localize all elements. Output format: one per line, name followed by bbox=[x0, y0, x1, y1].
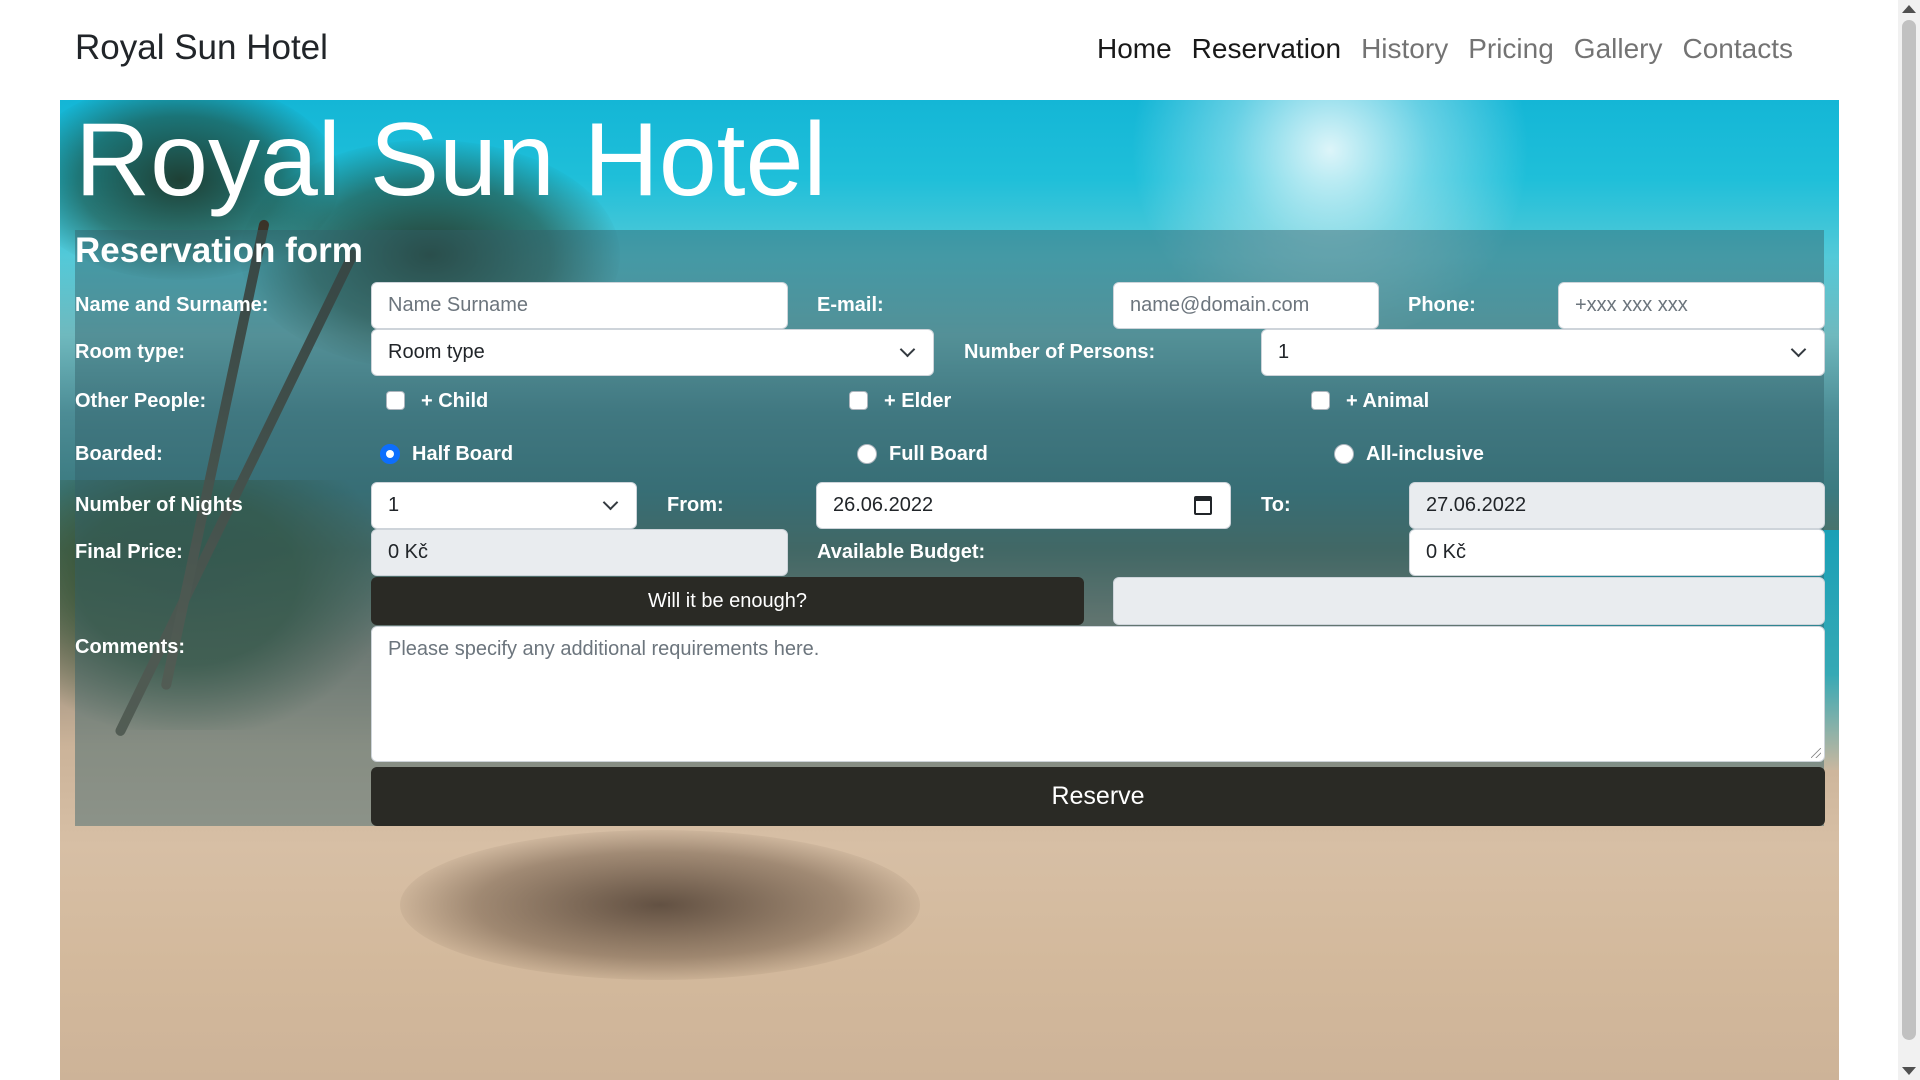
budget-check-button[interactable]: Will it be enough? bbox=[371, 577, 1084, 625]
nav-menu: Home Reservation History Pricing Gallery… bbox=[1087, 30, 1803, 68]
hero-section: Royal Sun Hotel Reservation form Name an… bbox=[60, 100, 1839, 1080]
chair-shadow bbox=[400, 830, 920, 980]
nights-select[interactable]: 1 bbox=[371, 482, 637, 529]
other-people-label: Other People: bbox=[75, 390, 207, 412]
animal-checkbox[interactable] bbox=[1311, 391, 1330, 410]
from-date-input[interactable]: 26.06.2022 bbox=[816, 482, 1231, 529]
comments-label: Comments: bbox=[75, 636, 186, 658]
full-board-radio[interactable] bbox=[857, 444, 877, 464]
nav-link-reservation[interactable]: Reservation bbox=[1182, 30, 1351, 68]
phone-input[interactable] bbox=[1558, 282, 1825, 329]
boarded-label: Boarded: bbox=[75, 443, 163, 465]
final-price-value: 0 Kč bbox=[388, 541, 429, 563]
full-board-label[interactable]: Full Board bbox=[889, 442, 988, 466]
nav-link-contacts[interactable]: Contacts bbox=[1673, 30, 1804, 68]
budget-result-box bbox=[1113, 577, 1825, 625]
navbar: Royal Sun Hotel Home Reservation History… bbox=[0, 0, 1898, 100]
name-input[interactable] bbox=[371, 282, 788, 329]
resize-grip-icon[interactable] bbox=[1811, 748, 1821, 758]
scroll-up-icon[interactable] bbox=[1902, 5, 1916, 13]
comments-textarea[interactable] bbox=[371, 626, 1825, 762]
room-type-value: Room type bbox=[388, 341, 485, 363]
navbar-brand[interactable]: Royal Sun Hotel bbox=[75, 28, 328, 68]
chevron-down-icon bbox=[1790, 341, 1807, 358]
nights-label: Number of Nights bbox=[75, 494, 243, 516]
budget-label: Available Budget: bbox=[817, 541, 986, 563]
child-label[interactable]: + Child bbox=[421, 389, 488, 413]
budget-input[interactable]: 0 Kč bbox=[1409, 529, 1825, 576]
final-price-field: 0 Kč bbox=[371, 529, 788, 576]
to-label: To: bbox=[1261, 494, 1291, 516]
hero-title: Royal Sun Hotel bbox=[75, 102, 827, 218]
budget-value: 0 Kč bbox=[1426, 541, 1467, 563]
final-price-label: Final Price: bbox=[75, 541, 183, 563]
email-label: E-mail: bbox=[817, 294, 884, 316]
all-inclusive-label[interactable]: All-inclusive bbox=[1366, 442, 1484, 466]
reserve-button[interactable]: Reserve bbox=[371, 767, 1825, 826]
chevron-down-icon bbox=[602, 494, 619, 511]
from-date-value: 26.06.2022 bbox=[833, 494, 934, 516]
from-label: From: bbox=[667, 494, 724, 516]
half-board-radio[interactable] bbox=[380, 444, 400, 464]
elder-label[interactable]: + Elder bbox=[884, 389, 951, 413]
nav-link-pricing[interactable]: Pricing bbox=[1458, 30, 1564, 68]
comments-wrapper bbox=[371, 626, 1825, 762]
nights-value: 1 bbox=[388, 494, 400, 516]
all-inclusive-radio[interactable] bbox=[1334, 444, 1354, 464]
email-input[interactable] bbox=[1113, 282, 1379, 329]
to-date-value: 27.06.2022 bbox=[1426, 494, 1527, 516]
to-date-field: 27.06.2022 bbox=[1409, 482, 1825, 529]
nav-link-home[interactable]: Home bbox=[1087, 30, 1182, 68]
calendar-icon[interactable] bbox=[1194, 496, 1212, 515]
animal-label[interactable]: + Animal bbox=[1346, 389, 1429, 413]
reservation-form: Reservation form Name and Surname: E-mai… bbox=[75, 230, 1825, 826]
phone-label: Phone: bbox=[1408, 294, 1476, 316]
nav-link-gallery[interactable]: Gallery bbox=[1564, 30, 1673, 68]
scroll-down-icon[interactable] bbox=[1902, 1067, 1916, 1075]
name-label: Name and Surname: bbox=[75, 294, 269, 316]
child-checkbox[interactable] bbox=[386, 391, 405, 410]
persons-select[interactable]: 1 bbox=[1261, 329, 1825, 376]
half-board-label[interactable]: Half Board bbox=[412, 442, 513, 466]
room-type-label: Room type: bbox=[75, 341, 185, 363]
room-type-select[interactable]: Room type bbox=[371, 329, 934, 376]
scroll-thumb[interactable] bbox=[1902, 20, 1916, 1040]
persons-label: Number of Persons: bbox=[964, 341, 1156, 363]
elder-checkbox[interactable] bbox=[849, 391, 868, 410]
page-scrollbar[interactable] bbox=[1898, 0, 1920, 1080]
nav-link-history[interactable]: History bbox=[1351, 30, 1458, 68]
persons-value: 1 bbox=[1278, 341, 1290, 363]
form-heading: Reservation form bbox=[75, 231, 363, 270]
chevron-down-icon bbox=[899, 341, 916, 358]
